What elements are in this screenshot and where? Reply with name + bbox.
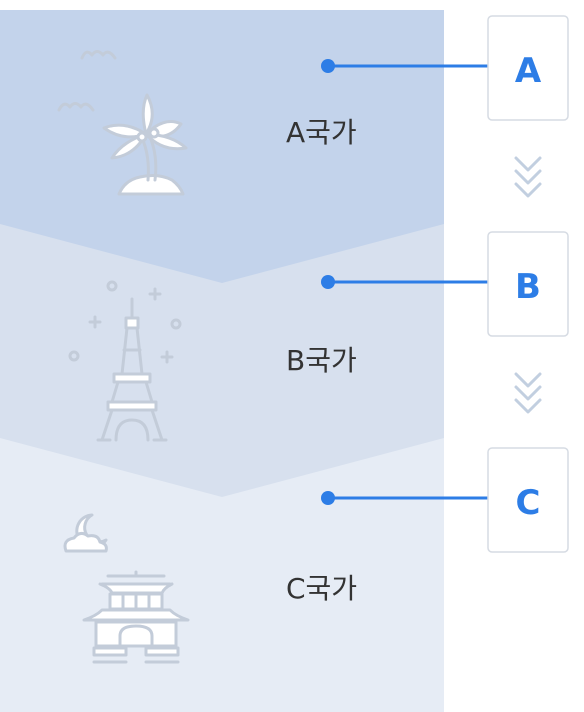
stage-label-b: B국가 — [286, 344, 357, 377]
letter-box-c: C — [487, 447, 569, 553]
chevron-down-icon — [514, 372, 542, 414]
letter-box-a: A — [487, 15, 569, 121]
stage-label-c: C국가 — [286, 572, 357, 605]
chevron-down-icon — [514, 156, 542, 198]
stage-label-a: A국가 — [286, 116, 357, 149]
letter-c: C — [516, 483, 541, 523]
letter-a: A — [515, 51, 542, 91]
letter-box-b: B — [487, 231, 569, 337]
letter-b: B — [515, 267, 541, 307]
country-flow-diagram: A국가 B국가 C국가 A B C — [0, 10, 569, 712]
